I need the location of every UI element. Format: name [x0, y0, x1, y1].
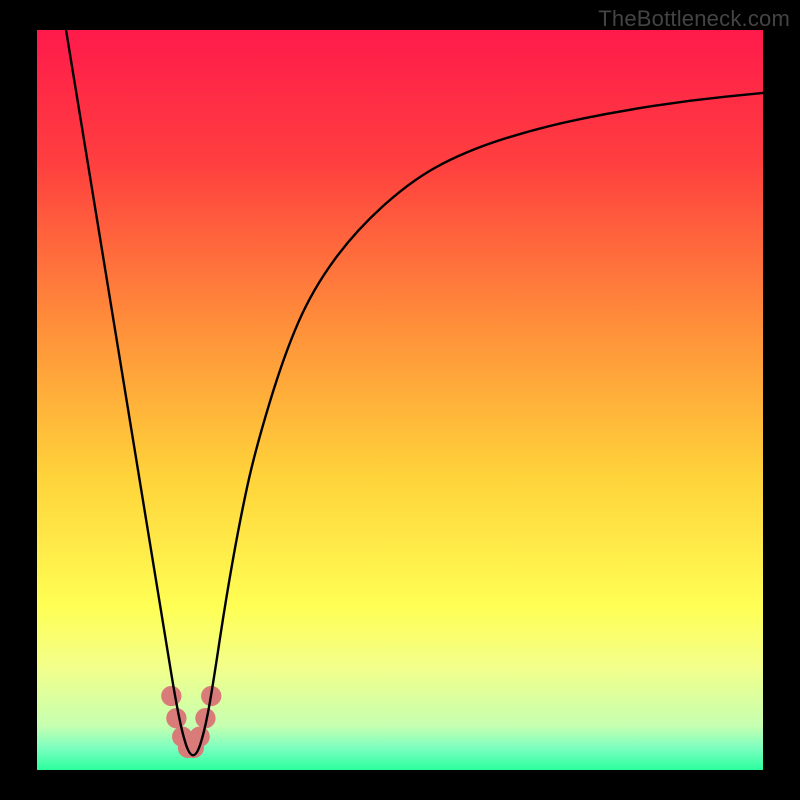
chart-frame: TheBottleneck.com — [0, 0, 800, 800]
watermark-text: TheBottleneck.com — [598, 6, 790, 32]
gradient-background — [37, 30, 763, 770]
optimal-dot — [166, 708, 186, 728]
plot-area — [37, 30, 763, 770]
bottleneck-chart — [37, 30, 763, 770]
optimal-dot — [161, 686, 181, 706]
